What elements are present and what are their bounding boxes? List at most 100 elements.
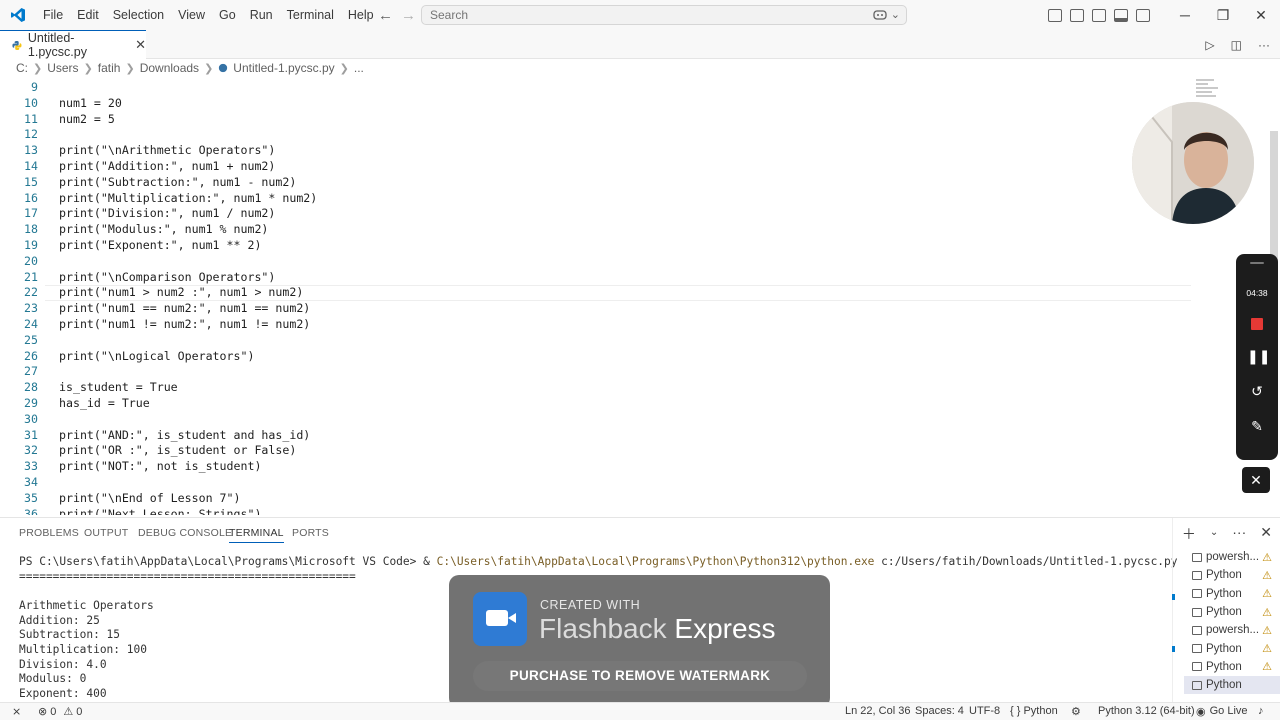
breadcrumb-users[interactable]: Users	[47, 61, 78, 75]
back-arrow-icon[interactable]: ←	[378, 7, 393, 24]
extension-icon[interactable]: ⚙	[1071, 705, 1081, 718]
notifications-icon[interactable]: ♪	[1258, 705, 1264, 717]
new-terminal-icon[interactable]: ＋	[1182, 524, 1196, 544]
panel-more-icon[interactable]: ···	[1232, 524, 1246, 544]
terminal-instance[interactable]: Python ⚠	[1184, 639, 1280, 657]
line-number: 22	[24, 285, 38, 300]
purchase-button[interactable]: PURCHASE TO REMOVE WATERMARK	[473, 661, 807, 691]
go-live-button[interactable]: ◉ Go Live	[1196, 705, 1248, 718]
line-number: 30	[24, 411, 38, 426]
drag-handle[interactable]	[1250, 262, 1264, 264]
split-editor-icon[interactable]: ◫	[1231, 38, 1242, 52]
menu-go[interactable]: Go	[212, 0, 243, 30]
minimize-icon[interactable]: ─	[1166, 7, 1204, 23]
tab-debug-console[interactable]: DEBUG CONSOLE	[138, 527, 232, 539]
line-number: 24	[24, 317, 38, 331]
restore-icon[interactable]: ❐	[1204, 7, 1242, 24]
breadcrumb-file[interactable]: Untitled-1.pycsc.py	[233, 61, 334, 75]
line-number: 19	[24, 238, 38, 252]
command-center-search[interactable]: Search ⌄	[421, 5, 907, 25]
terminal-instance[interactable]: Python ⚠	[1184, 566, 1280, 584]
terminal-instance[interactable]: powersh... ⚠	[1184, 621, 1280, 639]
line-number: 21	[24, 269, 38, 284]
stop-recording-icon[interactable]	[1251, 318, 1263, 330]
menu-run[interactable]: Run	[243, 0, 280, 30]
breadcrumb-downloads[interactable]: Downloads	[140, 61, 199, 75]
language-mode[interactable]: { } Python	[1010, 705, 1058, 717]
cursor-position[interactable]: Ln 22, Col 36	[845, 705, 910, 717]
editor-tab[interactable]: Untitled-1.pycsc.py ✕	[0, 30, 146, 59]
tab-output[interactable]: OUTPUT	[84, 527, 128, 539]
toggle-panel-icon[interactable]	[1114, 8, 1128, 22]
minimap[interactable]	[1196, 79, 1222, 103]
terminal-instance[interactable]: Python ⚠	[1184, 658, 1280, 676]
copilot-menu[interactable]: ⌄	[873, 8, 900, 21]
tab-problems[interactable]: PROBLEMS	[19, 527, 79, 539]
line-number: 20	[24, 253, 38, 268]
warning-icon: ⚠	[1262, 588, 1272, 601]
terminal-instance[interactable]: powersh... ⚠	[1184, 548, 1280, 566]
tab-label: Untitled-1.pycsc.py	[27, 31, 87, 59]
menu-selection[interactable]: Selection	[106, 0, 171, 30]
code-text: print("\nArithmetic Operators")	[59, 143, 276, 158]
menu-help[interactable]: Help	[341, 0, 381, 30]
terminal-dropdown-icon[interactable]: ⌄	[1210, 527, 1218, 544]
terminal-icon	[1192, 570, 1202, 580]
code-text: num2 = 5	[59, 111, 115, 126]
menu-edit[interactable]: Edit	[70, 0, 106, 30]
search-label: Search	[430, 8, 469, 22]
code-text: print("Subtraction:", num1 - num2)	[59, 174, 297, 189]
menu-file[interactable]: File	[36, 0, 70, 30]
menu-terminal[interactable]: Terminal	[280, 0, 341, 30]
breadcrumb-fatih[interactable]: fatih	[98, 61, 121, 75]
editor-actions: ▷ ◫ ···	[1205, 30, 1270, 59]
code-editor[interactable]: 9 10 num1 = 20 11 num2 = 5 12 13 print("\nArith…	[0, 79, 1280, 515]
pause-icon[interactable]: ❚❚	[1247, 348, 1270, 365]
line-number: 12	[24, 127, 38, 142]
chevron-right-icon: ❯	[339, 62, 349, 75]
code-text: print("Exponent:", num1 ** 2)	[59, 238, 262, 252]
menu-view[interactable]: View	[171, 0, 212, 30]
breadcrumb-symbol[interactable]: ...	[354, 61, 364, 75]
more-actions-icon[interactable]: ···	[1258, 38, 1270, 52]
terminal-instance[interactable]: Python	[1184, 676, 1280, 695]
indentation[interactable]: Spaces: 4	[915, 705, 964, 717]
terminal-scrollbar[interactable]	[1172, 518, 1176, 703]
chevron-right-icon: ❯	[33, 62, 43, 75]
code-text: print("Modulus:", num1 % num2)	[59, 222, 269, 237]
pen-icon[interactable]: ✎	[1247, 418, 1267, 435]
remote-icon[interactable]: ⨯	[12, 705, 21, 718]
line-number: 16	[24, 190, 38, 205]
code-text: print("\nLogical Operators")	[59, 348, 255, 363]
breadcrumb-drive[interactable]: C:	[16, 61, 28, 75]
terminal-instance-label: Python	[1206, 642, 1242, 655]
problems-count[interactable]: ⊗ 0 ⚠ 0	[38, 705, 83, 719]
run-python-file-icon[interactable]: ▷	[1205, 38, 1214, 52]
toggle-primary-sidebar-icon[interactable]	[1092, 8, 1106, 22]
tab-ports[interactable]: PORTS	[292, 527, 329, 539]
tab-close-icon[interactable]: ✕	[135, 37, 146, 53]
go-live-label: Go Live	[1209, 705, 1248, 717]
status-bar: ⨯ ⊗ 0 ⚠ 0 Ln 22, Col 36 Spaces: 4 UTF-8 { …	[0, 702, 1280, 720]
recording-timer: 04:38	[1246, 288, 1268, 298]
terminal-instance[interactable]: Python ⚠	[1184, 603, 1280, 621]
python-file-icon	[219, 63, 228, 73]
terminal-icon	[1192, 644, 1202, 654]
agent-toggle-icon[interactable]	[1048, 8, 1062, 22]
recorder-close-icon[interactable]: ✕	[1242, 467, 1270, 493]
presenter-image	[1132, 102, 1254, 224]
terminal-icon	[1192, 680, 1202, 690]
python-interpreter[interactable]: Python 3.12 (64-bit)	[1098, 705, 1195, 717]
terminal-instance[interactable]: Python ⚠	[1184, 585, 1280, 603]
toggle-secondary-sidebar-icon[interactable]	[1136, 8, 1150, 22]
line-number: 32	[24, 443, 38, 458]
warning-count: 0	[76, 705, 83, 718]
tab-terminal[interactable]: TERMINAL	[229, 527, 284, 543]
encoding[interactable]: UTF-8	[969, 705, 1000, 717]
layout-customize-icon[interactable]	[1070, 8, 1084, 22]
forward-arrow-icon[interactable]: →	[401, 7, 416, 24]
restart-icon[interactable]: ↺	[1247, 383, 1267, 400]
close-panel-icon[interactable]: ✕	[1260, 524, 1272, 544]
close-window-icon[interactable]: ✕	[1242, 7, 1280, 24]
flashback-logo-icon	[473, 592, 527, 646]
